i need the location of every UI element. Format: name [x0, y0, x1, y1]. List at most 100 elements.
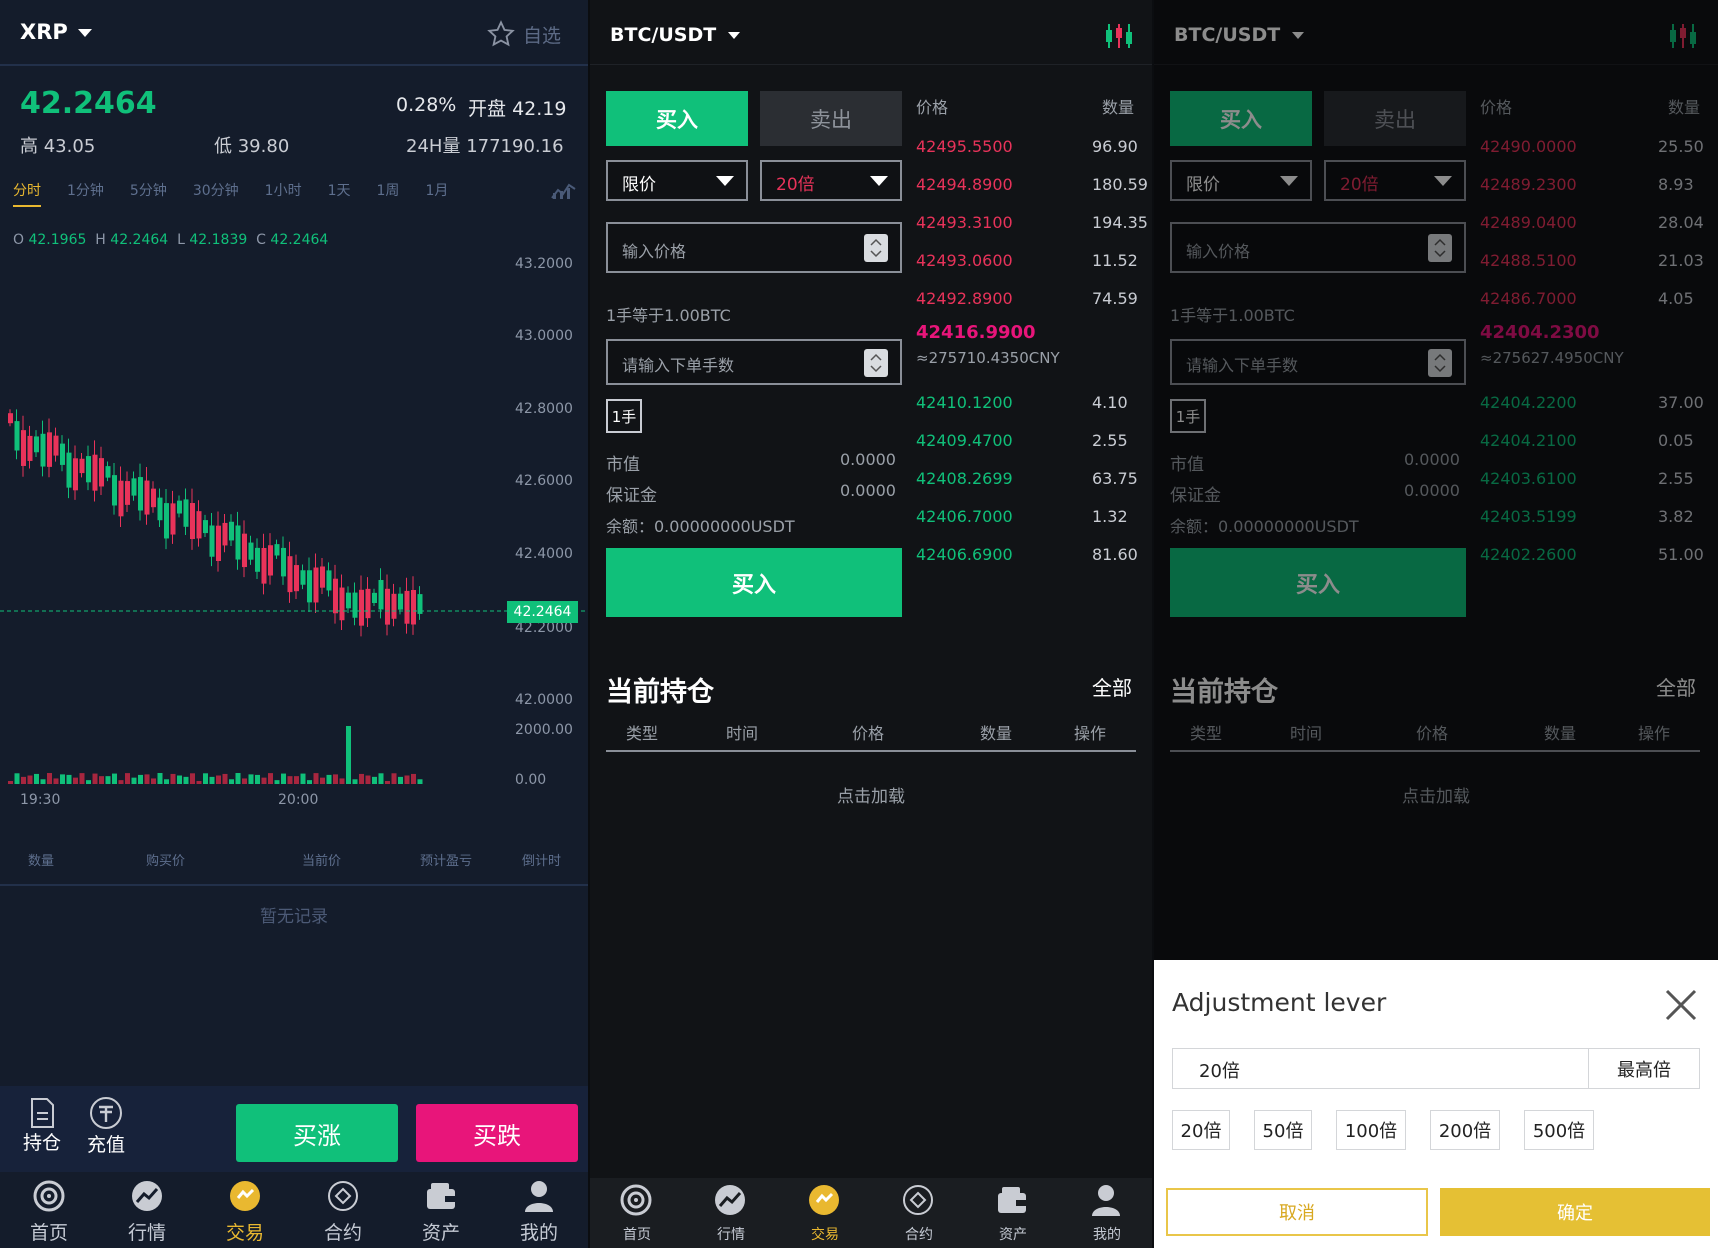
- price-tick: 42.8000: [515, 401, 573, 417]
- bid-qty[interactable]: 81.60: [1092, 545, 1138, 564]
- tab-contract[interactable]: 合约: [294, 1172, 392, 1248]
- contract-icon: [327, 1180, 359, 1212]
- contract-icon: [902, 1184, 934, 1216]
- max-leverage-button[interactable]: 最高倍: [1588, 1048, 1700, 1089]
- bid-price[interactable]: 42408.2699: [916, 469, 1013, 488]
- ask-qty[interactable]: 194.35: [1092, 213, 1148, 232]
- watchlist-button[interactable]: 自选: [487, 20, 561, 48]
- last-price[interactable]: 42416.9900: [916, 322, 1036, 343]
- tab-home[interactable]: 首页: [590, 1180, 684, 1248]
- tab-profile[interactable]: 我的: [490, 1172, 588, 1248]
- load-more[interactable]: 点击加载: [590, 782, 1152, 807]
- open-label: 开盘: [468, 98, 507, 120]
- modal-backdrop[interactable]: [1154, 0, 1718, 960]
- ask-price[interactable]: 42493.0600: [916, 251, 1013, 270]
- tab-contract[interactable]: 合约: [872, 1180, 966, 1248]
- volume-bar: [287, 776, 293, 784]
- buy-down-button[interactable]: 买跌: [416, 1104, 578, 1162]
- bid-price[interactable]: 42406.7000: [916, 507, 1013, 526]
- ask-price[interactable]: 42494.8900: [916, 175, 1013, 194]
- bid-qty[interactable]: 63.75: [1092, 469, 1138, 488]
- trade-panel: BTC/USDT 买入 卖出 限价 20倍 输入价格 1手等于1.00BTC 请…: [590, 0, 1152, 1248]
- tab-trade[interactable]: 交易: [196, 1172, 294, 1248]
- cny-price[interactable]: ≈275710.4350CNY: [916, 349, 1060, 367]
- candle-body: [404, 590, 410, 624]
- deposit-button[interactable]: 充值: [86, 1096, 126, 1157]
- tab-timeframe-0[interactable]: 分时: [13, 183, 41, 207]
- tab-assets[interactable]: 资产: [966, 1180, 1060, 1248]
- sell-tab[interactable]: 卖出: [760, 91, 902, 146]
- order-type-select[interactable]: 限价: [606, 160, 748, 201]
- symbol-selector[interactable]: XRP: [20, 20, 92, 44]
- buy-button[interactable]: 买入: [606, 548, 902, 617]
- volume-bar: [274, 780, 280, 784]
- tab-timeframe-3[interactable]: 30分钟: [193, 183, 239, 199]
- volume-bar: [333, 774, 338, 784]
- confirm-button[interactable]: 确定: [1440, 1188, 1710, 1236]
- tab-timeframe-6[interactable]: 1周: [377, 183, 400, 199]
- user-icon: [523, 1180, 555, 1212]
- candle-body: [378, 580, 384, 610]
- volume-bar: [8, 781, 13, 784]
- bid-price[interactable]: 42410.1200: [916, 393, 1013, 412]
- leverage-option-500[interactable]: 500倍: [1524, 1110, 1594, 1150]
- bid-qty[interactable]: 2.55: [1092, 431, 1128, 450]
- close-icon[interactable]: [1664, 988, 1698, 1022]
- leverage-option-100[interactable]: 100倍: [1336, 1110, 1406, 1150]
- bid-price[interactable]: 42409.4700: [916, 431, 1013, 450]
- tab-timeframe-1[interactable]: 1分钟: [67, 183, 104, 199]
- leverage-input[interactable]: 20倍: [1172, 1048, 1590, 1089]
- price-input[interactable]: 输入价格: [606, 222, 902, 273]
- spinner-icon[interactable]: [864, 234, 888, 262]
- ask-qty[interactable]: 11.52: [1092, 251, 1138, 270]
- lot-chip[interactable]: 1手: [606, 399, 642, 433]
- leverage-modal: Adjustment lever 20倍 最高倍 20倍 50倍 100倍 20…: [1154, 960, 1718, 1248]
- indicator-icon[interactable]: [550, 178, 576, 200]
- hold-button[interactable]: 持仓: [22, 1098, 62, 1155]
- volume-bar: [27, 775, 33, 784]
- buy-tab[interactable]: 买入: [606, 91, 748, 146]
- tab-market[interactable]: 行情: [684, 1180, 778, 1248]
- candle-body: [372, 592, 377, 603]
- ask-qty[interactable]: 180.59: [1092, 175, 1148, 194]
- tab-timeframe-5[interactable]: 1天: [328, 183, 351, 199]
- candle-body: [27, 435, 33, 461]
- leverage-option-20[interactable]: 20倍: [1172, 1110, 1230, 1150]
- volume-bar: [138, 774, 143, 784]
- ask-price[interactable]: 42492.8900: [916, 289, 1013, 308]
- price-tick: 42.0000: [515, 692, 573, 708]
- ask-price[interactable]: 42495.5500: [916, 137, 1013, 156]
- pair-selector[interactable]: BTC/USDT: [610, 24, 741, 46]
- spinner-icon[interactable]: [864, 349, 888, 377]
- buy-up-button[interactable]: 买涨: [236, 1104, 398, 1162]
- tab-timeframe-4[interactable]: 1小时: [265, 183, 302, 199]
- tab-timeframe-7[interactable]: 1月: [425, 183, 448, 199]
- volume-bar: [34, 773, 39, 784]
- leverage-option-50[interactable]: 50倍: [1254, 1110, 1312, 1150]
- candle-body: [66, 452, 72, 488]
- candle-body: [112, 475, 117, 506]
- bid-qty[interactable]: 1.32: [1092, 507, 1128, 526]
- quantity-input[interactable]: 请输入下单手数: [606, 339, 902, 385]
- price-change: 0.28%: [396, 94, 457, 116]
- leverage-option-200[interactable]: 200倍: [1430, 1110, 1500, 1150]
- all-positions-link[interactable]: 全部: [1092, 672, 1132, 701]
- candle-body: [294, 565, 299, 592]
- tab-home[interactable]: 首页: [0, 1172, 98, 1248]
- tab-market[interactable]: 行情: [98, 1172, 196, 1248]
- ask-price[interactable]: 42493.3100: [916, 213, 1013, 232]
- ask-qty[interactable]: 74.59: [1092, 289, 1138, 308]
- candlestick-chart[interactable]: [0, 250, 588, 720]
- cancel-button[interactable]: 取消: [1166, 1188, 1428, 1236]
- tab-timeframe-2[interactable]: 5分钟: [130, 183, 167, 199]
- tab-profile[interactable]: 我的: [1060, 1180, 1152, 1248]
- tab-trade[interactable]: 交易: [778, 1180, 872, 1248]
- candle-icon[interactable]: [1104, 22, 1134, 50]
- candle-body: [307, 570, 312, 603]
- ask-qty[interactable]: 96.90: [1092, 137, 1138, 156]
- bid-price[interactable]: 42406.6900: [916, 545, 1013, 564]
- volume-bar: [118, 780, 124, 784]
- leverage-select[interactable]: 20倍: [760, 160, 902, 201]
- bid-qty[interactable]: 4.10: [1092, 393, 1128, 412]
- tab-assets[interactable]: 资产: [392, 1172, 490, 1248]
